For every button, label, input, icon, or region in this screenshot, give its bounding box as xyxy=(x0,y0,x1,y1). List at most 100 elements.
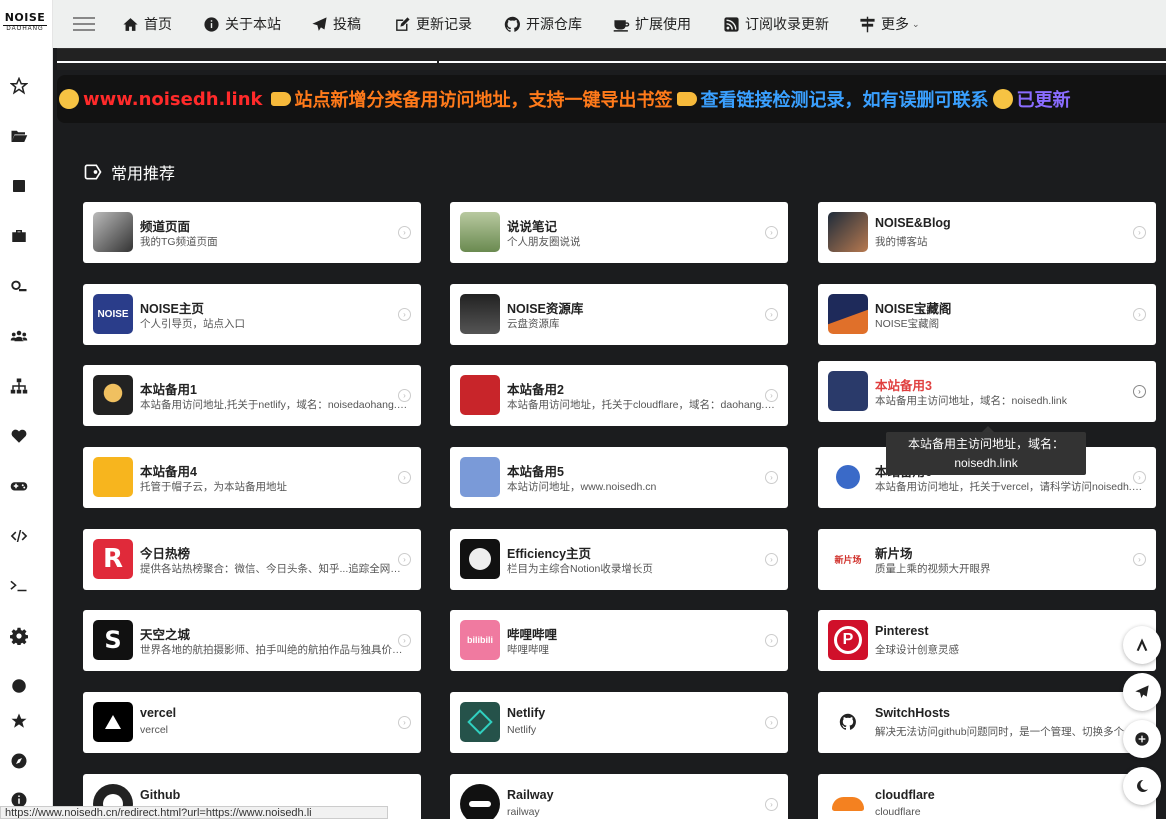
netlify-logo-icon xyxy=(460,702,500,742)
chevron-right-icon: › xyxy=(1133,226,1146,239)
site-card[interactable]: R 今日热榜 提供各站热榜聚合：微信、今日头条、知乎...追踪全网热点 › xyxy=(83,529,421,590)
gear-icon[interactable] xyxy=(9,626,29,646)
nav-about[interactable]: 关于本站 xyxy=(203,14,281,34)
square-icon[interactable] xyxy=(9,176,29,196)
site-card[interactable]: bilibili 哔哩哔哩 哔哩哔哩 › xyxy=(450,610,788,671)
site-card[interactable]: SwitchHosts 解决无法访问github问题同时，是一个管理、切换多个 … xyxy=(818,692,1156,753)
card-desc: vercel xyxy=(140,724,169,736)
card-title: 本站备用5 xyxy=(507,465,564,479)
pinterest-logo-icon: P xyxy=(828,620,868,660)
briefcase-icon[interactable] xyxy=(9,226,29,246)
card-title: SwitchHosts xyxy=(875,706,951,720)
card-desc: 提供各站热榜聚合：微信、今日头条、知乎...追踪全网热点 xyxy=(140,563,410,575)
star-icon[interactable] xyxy=(9,711,29,731)
nav-home[interactable]: 首页 xyxy=(122,14,172,34)
card-desc: 哔哩哔哩 xyxy=(507,644,549,656)
nav-submit[interactable]: 投稿 xyxy=(311,14,361,34)
nav-changelog[interactable]: 更新记录 xyxy=(394,14,472,34)
moon-icon xyxy=(1137,779,1148,792)
site-card[interactable]: Netlify Netlify › xyxy=(450,692,788,753)
submit-site-button[interactable] xyxy=(1123,673,1161,711)
terminal-icon[interactable] xyxy=(9,576,29,596)
site-card[interactable]: NOISE资源库 云盘资源库 › xyxy=(450,284,788,345)
marquee-site-url[interactable]: www.noisedh.link xyxy=(83,89,263,110)
card-title: vercel xyxy=(140,706,177,720)
site-card[interactable]: 说说笔记 个人朋友圈说说 › xyxy=(450,202,788,263)
card-desc: 我的TG频道页面 xyxy=(140,236,218,248)
site-card[interactable]: Efficiency主页 栏目为主综合Notion收录增长页 › xyxy=(450,529,788,590)
site-card[interactable]: Railway railway › xyxy=(450,774,788,819)
efficiency-logo-icon xyxy=(460,539,500,579)
site-card[interactable]: 本站备用4 托管于帽子云，为本站备用地址 › xyxy=(83,447,421,508)
chevron-right-icon: › xyxy=(398,634,411,647)
folder-open-icon[interactable] xyxy=(9,126,29,146)
card-desc: 本站备用访问地址，托关于vercel，请科学访问noisedh.vercel.a… xyxy=(875,481,1145,493)
site-card[interactable]: NOISE宝藏阁 NOISE宝藏阁 › xyxy=(818,284,1156,345)
nav-subscribe-label: 订阅收录更新 xyxy=(745,16,829,32)
compass-icon[interactable] xyxy=(9,751,29,771)
card-desc: 解决无法访问github问题同时，是一个管理、切换多个 hosts 方案的工具 xyxy=(875,726,1145,738)
site-card[interactable]: vercel vercel › xyxy=(83,692,421,753)
bilibili-logo-icon: bilibili xyxy=(460,620,500,660)
site-card[interactable]: cloudflare cloudflare xyxy=(818,774,1156,819)
site-card[interactable]: S 天空之城 世界各地的航拍摄影师、拍手叫绝的航拍作品与独具价值的航拍 › xyxy=(83,610,421,671)
site-card[interactable]: P Pinterest 全球设计创意灵感 › xyxy=(818,610,1156,671)
heart-icon[interactable] xyxy=(9,426,29,446)
nav-more[interactable]: 更多 ⌄ xyxy=(859,14,920,34)
site-card[interactable]: NOISE NOISE主页 个人引导页，站点入口 › xyxy=(83,284,421,345)
card-title: 天空之城 xyxy=(140,628,191,642)
section-header: 常用推荐 xyxy=(83,160,175,184)
marquee-news-3: 已更新 xyxy=(1016,90,1071,111)
code-icon[interactable] xyxy=(9,526,29,546)
luffy-avatar-icon xyxy=(93,375,133,415)
rss-icon xyxy=(724,16,739,32)
nav-extension[interactable]: 扩展使用 xyxy=(613,14,691,34)
site-card[interactable]: 频道页面 我的TG频道页面 › xyxy=(83,202,421,263)
marquee-news-1: 站点新增分类备用访问地址，支持一键导出书签 xyxy=(294,90,673,111)
users-icon[interactable] xyxy=(9,326,29,346)
crown-avatar-icon xyxy=(460,457,500,497)
chevron-right-icon: › xyxy=(398,471,411,484)
card-desc: Netlify xyxy=(507,724,537,736)
gamepad-icon[interactable] xyxy=(9,476,29,496)
skypixel-logo-icon: S xyxy=(93,620,133,660)
chevron-right-icon: › xyxy=(765,553,778,566)
card-desc: 个人引导页，站点入口 xyxy=(140,318,245,330)
site-card-hovered[interactable]: 本站备用3 本站备用主访问地址，域名：noisedh.link › xyxy=(818,361,1156,422)
cat-avatar-icon xyxy=(93,212,133,252)
nav-changelog-label: 更新记录 xyxy=(416,16,472,32)
scroll-top-button[interactable] xyxy=(1123,626,1161,664)
menu-toggle-icon[interactable] xyxy=(73,14,95,34)
theme-toggle-button[interactable] xyxy=(1123,767,1161,805)
card-title: Efficiency主页 xyxy=(507,547,592,561)
nav-repo[interactable]: 开源仓库 xyxy=(504,14,582,34)
toplist-logo-icon: R xyxy=(93,539,133,579)
add-button[interactable] xyxy=(1123,720,1161,758)
plus-circle-icon xyxy=(1135,732,1149,746)
card-title: Pinterest xyxy=(875,624,929,638)
card-desc: 质量上乘的视频大开眼界 xyxy=(875,563,991,575)
card-desc: 云盘资源库 xyxy=(507,318,560,330)
info-icon xyxy=(204,16,219,32)
site-logo[interactable]: NOISE DAOHANG xyxy=(3,12,47,33)
card-title: 本站备用2 xyxy=(507,383,564,397)
nav-extension-label: 扩展使用 xyxy=(635,16,691,32)
goku-avatar-icon xyxy=(460,375,500,415)
site-card[interactable]: 本站备用1 本站备用访问地址,托关于netlify，域名：noisedaohan… xyxy=(83,365,421,426)
vercel-logo-icon xyxy=(93,702,133,742)
card-desc: 本站备用访问地址,托关于netlify，域名：noisedaohang.netl… xyxy=(140,399,410,411)
chevron-right-icon: › xyxy=(765,798,778,811)
card-desc: 我的博客站 xyxy=(875,236,928,248)
site-card[interactable]: 本站备用2 本站备用访问地址，托关于cloudflare，域名：daohang.… xyxy=(450,365,788,426)
site-card[interactable]: 本站备用5 本站访问地址，www.noisedh.cn › xyxy=(450,447,788,508)
circle-icon[interactable] xyxy=(9,676,29,696)
star-outline-icon[interactable] xyxy=(9,76,29,96)
card-title: 新片场 xyxy=(875,547,913,561)
github-icon xyxy=(504,16,520,32)
search-bar-icon[interactable] xyxy=(9,276,29,296)
sitemap-icon[interactable] xyxy=(9,376,29,396)
site-card[interactable]: 新片场 新片场 质量上乘的视频大开眼界 › xyxy=(818,529,1156,590)
nav-subscribe[interactable]: 订阅收录更新 xyxy=(723,14,829,34)
pointing-hand-icon xyxy=(676,92,697,106)
site-card[interactable]: NOISE&Blog 我的博客站 › xyxy=(818,202,1156,263)
